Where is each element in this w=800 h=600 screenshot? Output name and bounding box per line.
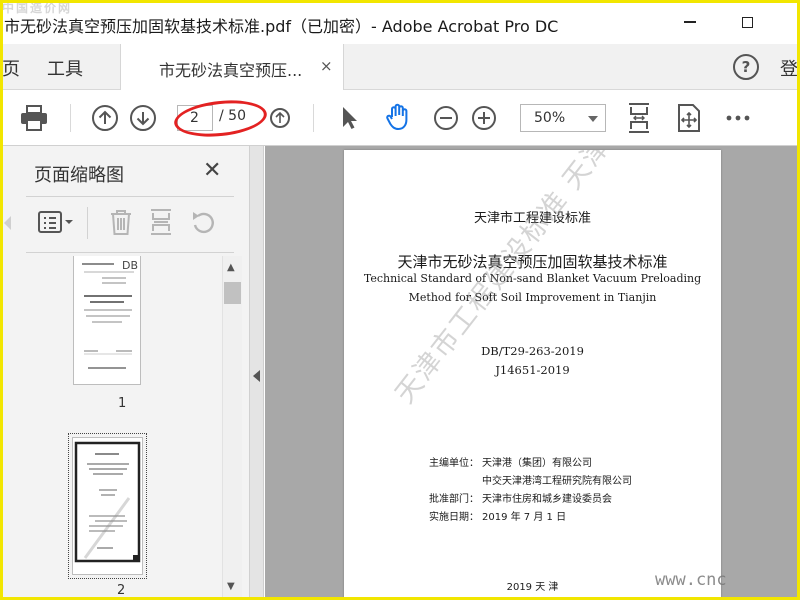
thumbnail-list: DB 1 2 [26, 256, 223, 600]
scroll-mode-button[interactable] [673, 100, 705, 136]
document-page: 天津市工程建设标准 天津市无砂法真空预压加固软基技术标准 Technical S… [344, 150, 721, 600]
zoom-out-button[interactable] [431, 103, 461, 133]
thumbnails-scrollbar[interactable]: ▲ ▼ [222, 256, 242, 600]
approver-org: 天津市住房和城乡建设委员会 [482, 494, 612, 505]
thumbnails-title: 页面缩略图 [34, 165, 124, 186]
thumbnails-pane: 页面缩略图 ✕ DB 1 2 ▲ ▼ [0, 146, 250, 600]
document-viewer[interactable]: 天津市工程建设标准 天津市无砂法真空预压加固软基技术标准 Technical S… [265, 146, 800, 600]
hand-tool-icon [386, 103, 408, 130]
zoom-select[interactable]: 50% [520, 104, 606, 132]
effective-date-label: 实施日期： [429, 512, 479, 523]
page-insert-icon [151, 209, 171, 235]
print-icon [21, 105, 47, 131]
window-title: 市无砂法真空预压加固软基技术标准.pdf（已加密）- Adobe Acrobat… [4, 17, 559, 36]
doc-code-db: DB/T29-263-2019 [481, 344, 584, 358]
tab-document[interactable]: 市无砂法真空预压... × [120, 44, 344, 90]
doc-title-cn: 天津市无砂法真空预压加固软基技术标准 [397, 253, 668, 271]
fit-page-icon [629, 103, 649, 133]
pane-pointer [4, 216, 11, 230]
print-button[interactable] [18, 102, 50, 134]
doc-title-en-2: Method for Soft Soil Improvement in Tian… [408, 291, 657, 304]
scroll-down-icon[interactable]: ▼ [227, 581, 235, 592]
tab-tools[interactable]: 工具 [47, 55, 83, 81]
page-up-icon [92, 105, 118, 131]
page-number-input[interactable]: 2 [177, 105, 213, 131]
thumbnail-options-button[interactable] [36, 206, 76, 238]
tab-home[interactable]: 页 [2, 55, 20, 81]
tab-bar: 页 工具 市无砂法真空预压... × ? 登 [0, 44, 800, 90]
svg-text:DB: DB [122, 259, 138, 272]
minimize-button[interactable] [675, 10, 705, 34]
hand-tool-button[interactable] [380, 100, 416, 134]
page-2-preview [74, 441, 141, 563]
fit-page-button[interactable] [624, 100, 654, 136]
corner-watermark: www.cnc [655, 570, 727, 590]
more-icon [726, 115, 750, 121]
delete-page-button[interactable] [105, 206, 137, 238]
effective-date: 2019 年 7 月 1 日 [482, 512, 567, 523]
doc-title-en-1: Technical Standard of Non-sand Blanket V… [363, 272, 702, 285]
close-pane-icon[interactable]: ✕ [203, 158, 221, 183]
tab-document-label: 市无砂法真空预压... [159, 61, 303, 80]
help-icon[interactable]: ? [733, 54, 759, 80]
zoom-out-icon [434, 106, 458, 130]
page-thumbnail-2[interactable] [73, 438, 142, 574]
zoom-in-button[interactable] [469, 103, 499, 133]
toolbar-separator [313, 104, 314, 132]
maximize-button[interactable] [732, 10, 762, 34]
rotate-page-button[interactable] [187, 206, 219, 238]
chevron-down-icon [588, 116, 598, 122]
trash-icon [111, 210, 131, 235]
previous-page-button[interactable] [89, 102, 121, 134]
pane-divider [26, 252, 234, 253]
pane-toolbar-separator [87, 207, 88, 239]
doc-code-j: J14651-2019 [495, 363, 570, 377]
thumbnail-page-number: 2 [117, 583, 126, 598]
rotate-icon [193, 212, 214, 234]
scroll-up-icon[interactable]: ▲ [227, 262, 235, 273]
scroll-mode-icon [678, 104, 700, 132]
page-total: / 50 [219, 108, 246, 124]
page-1-preview: DB [82, 259, 138, 369]
page-down-icon [130, 105, 156, 131]
selected-thumbnail-frame [68, 433, 147, 579]
select-arrow-icon [343, 107, 357, 129]
page-thumbnail-1[interactable]: DB [74, 256, 140, 384]
pane-divider [26, 196, 234, 197]
zoom-in-icon [472, 106, 496, 130]
main-toolbar: 2 / 50 50% [0, 90, 800, 146]
sign-in-button[interactable]: 登 [780, 55, 798, 81]
zoom-search-button[interactable] [267, 104, 293, 132]
approver-label: 批准部门： [429, 494, 479, 505]
options-menu-icon [38, 211, 73, 233]
editor-org-1: 天津港（集团）有限公司 [482, 458, 592, 469]
insert-page-button[interactable] [145, 206, 177, 238]
maximize-icon [741, 16, 753, 28]
pane-collapse-strip[interactable] [250, 146, 264, 600]
toolbar-separator [70, 104, 71, 132]
zoom-search-icon [270, 108, 290, 128]
minimize-icon [684, 21, 696, 23]
next-page-button[interactable] [127, 102, 159, 134]
close-tab-icon[interactable]: × [320, 57, 333, 75]
doc-header: 天津市工程建设标准 [473, 211, 591, 226]
title-bar: 中国造价网 市无砂法真空预压加固软基技术标准.pdf（已加密）- Adobe A… [0, 0, 800, 44]
editor-label: 主编单位： [429, 458, 479, 469]
more-tools-button[interactable] [722, 106, 754, 130]
editor-org-2: 中交天津港湾工程研究院有限公司 [482, 476, 632, 487]
scrollbar-thumb[interactable] [224, 282, 241, 304]
thumbnail-page-number: 1 [118, 396, 127, 411]
collapse-left-icon [253, 370, 260, 382]
select-tool-button[interactable] [335, 102, 363, 134]
zoom-value: 50% [534, 110, 566, 126]
